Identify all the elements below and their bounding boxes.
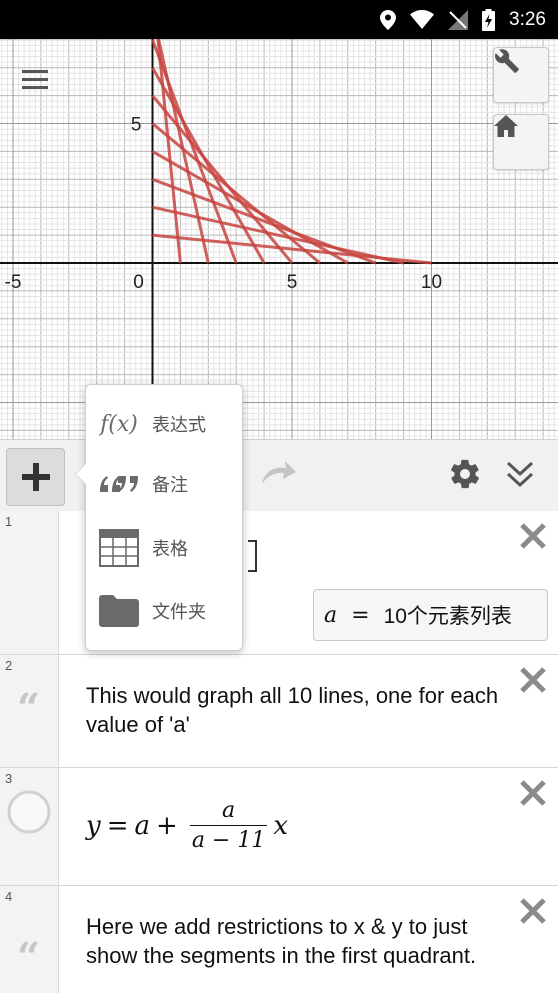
cursor-bracket [248, 540, 257, 572]
expression-math[interactable]: y = a + a a − 11 x [86, 798, 288, 853]
menu-item-note[interactable]: 备注 [86, 453, 242, 515]
redo-button[interactable] [258, 458, 298, 494]
menu-item-expression[interactable]: f(x) 表达式 [86, 393, 242, 455]
home-icon [494, 115, 518, 137]
expression-row-2[interactable]: 2 “ This would graph all 10 lines, one f… [0, 655, 558, 768]
note-quote-icon: “ [17, 685, 41, 732]
add-item-menu: f(x) 表达式 备注 表格 文件夹 [75, 384, 243, 651]
menu-item-label: 文件夹 [152, 602, 206, 623]
quote-icon [86, 474, 152, 494]
battery-charging-icon [482, 8, 496, 31]
row-gutter[interactable]: 2 “ [0, 655, 59, 767]
expression-list: 1 a = 10个元素列表 2 “ This would graph all 1… [0, 511, 558, 993]
add-item-button[interactable] [6, 448, 65, 506]
close-icon [520, 523, 546, 549]
math-y: y [86, 810, 101, 841]
note-text[interactable]: This would graph all 10 lines, one for e… [86, 681, 506, 739]
table-icon [86, 529, 152, 567]
redo-icon [262, 461, 296, 484]
no-signal-icon [448, 9, 469, 30]
color-toggle-circle[interactable] [6, 789, 52, 835]
list-summary: a = 10个元素列表 [313, 589, 548, 641]
delete-expression-3[interactable] [518, 778, 548, 808]
collapse-button[interactable] [503, 457, 539, 493]
menu-item-table[interactable]: 表格 [86, 517, 242, 579]
wifi-icon [410, 10, 435, 29]
fraction-numerator: a [222, 798, 236, 823]
folder-icon [86, 595, 152, 627]
location-icon [380, 9, 397, 30]
menu-item-label: 备注 [152, 475, 188, 496]
delete-expression-4[interactable] [518, 896, 548, 926]
close-icon [520, 898, 546, 924]
plus-icon [21, 463, 50, 491]
row-number: 4 [5, 889, 13, 904]
math-plus: + [156, 810, 178, 841]
delete-expression-1[interactable] [518, 521, 548, 551]
x-tick-label: -5 [5, 272, 22, 293]
status-time: 3:26 [509, 8, 546, 30]
math-fraction: a a − 11 [189, 798, 268, 853]
close-icon [520, 780, 546, 806]
expression-row-4[interactable]: 4 “ Here we add restrictions to x & y to… [0, 886, 558, 993]
list-variable: a [324, 602, 338, 628]
row-gutter[interactable]: 1 [0, 511, 59, 654]
double-chevron-down-icon [506, 461, 534, 488]
row-gutter[interactable]: 3 [0, 768, 59, 885]
graph-svg: -5 0 5 10 5 [0, 39, 558, 439]
list-equals: = [351, 602, 370, 628]
note-quote-icon: “ [17, 934, 41, 981]
math-equals: = [106, 810, 129, 841]
y-tick-label: 5 [131, 115, 142, 136]
fraction-bar [189, 825, 268, 826]
x-tick-label: 0 [133, 272, 144, 293]
row-number: 2 [5, 658, 13, 673]
menu-pointer [75, 463, 86, 485]
x-tick-label: 10 [421, 272, 442, 293]
delete-expression-2[interactable] [518, 665, 548, 695]
x-tick-label: 5 [287, 272, 298, 293]
menu-icon[interactable] [14, 59, 58, 99]
graph-settings-button[interactable] [493, 47, 549, 103]
row-gutter[interactable]: 4 “ [0, 886, 59, 993]
list-value: 10个元素列表 [383, 605, 512, 628]
expression-row-1[interactable]: 1 a = 10个元素列表 [0, 511, 558, 655]
expression-row-3[interactable]: 3 y = a + a a − 11 x [0, 768, 558, 886]
home-button[interactable] [493, 114, 549, 170]
gear-icon [451, 459, 479, 489]
wrench-icon [495, 49, 519, 73]
math-a: a [134, 810, 151, 841]
note-text[interactable]: Here we add restrictions to x & y to jus… [86, 912, 506, 970]
row-number: 3 [5, 771, 13, 786]
math-x: x [273, 810, 289, 841]
status-bar: 3:26 [0, 0, 558, 39]
menu-item-label: 表格 [152, 539, 188, 560]
menu-item-label: 表达式 [152, 415, 206, 436]
close-icon [520, 667, 546, 693]
row-number: 1 [5, 514, 13, 529]
fraction-denominator: a − 11 [191, 828, 266, 853]
fx-icon: f(x) [100, 411, 138, 437]
menu-item-folder[interactable]: 文件夹 [86, 580, 242, 642]
settings-button[interactable] [448, 457, 484, 493]
graph-canvas[interactable]: -5 0 5 10 5 [0, 39, 558, 439]
